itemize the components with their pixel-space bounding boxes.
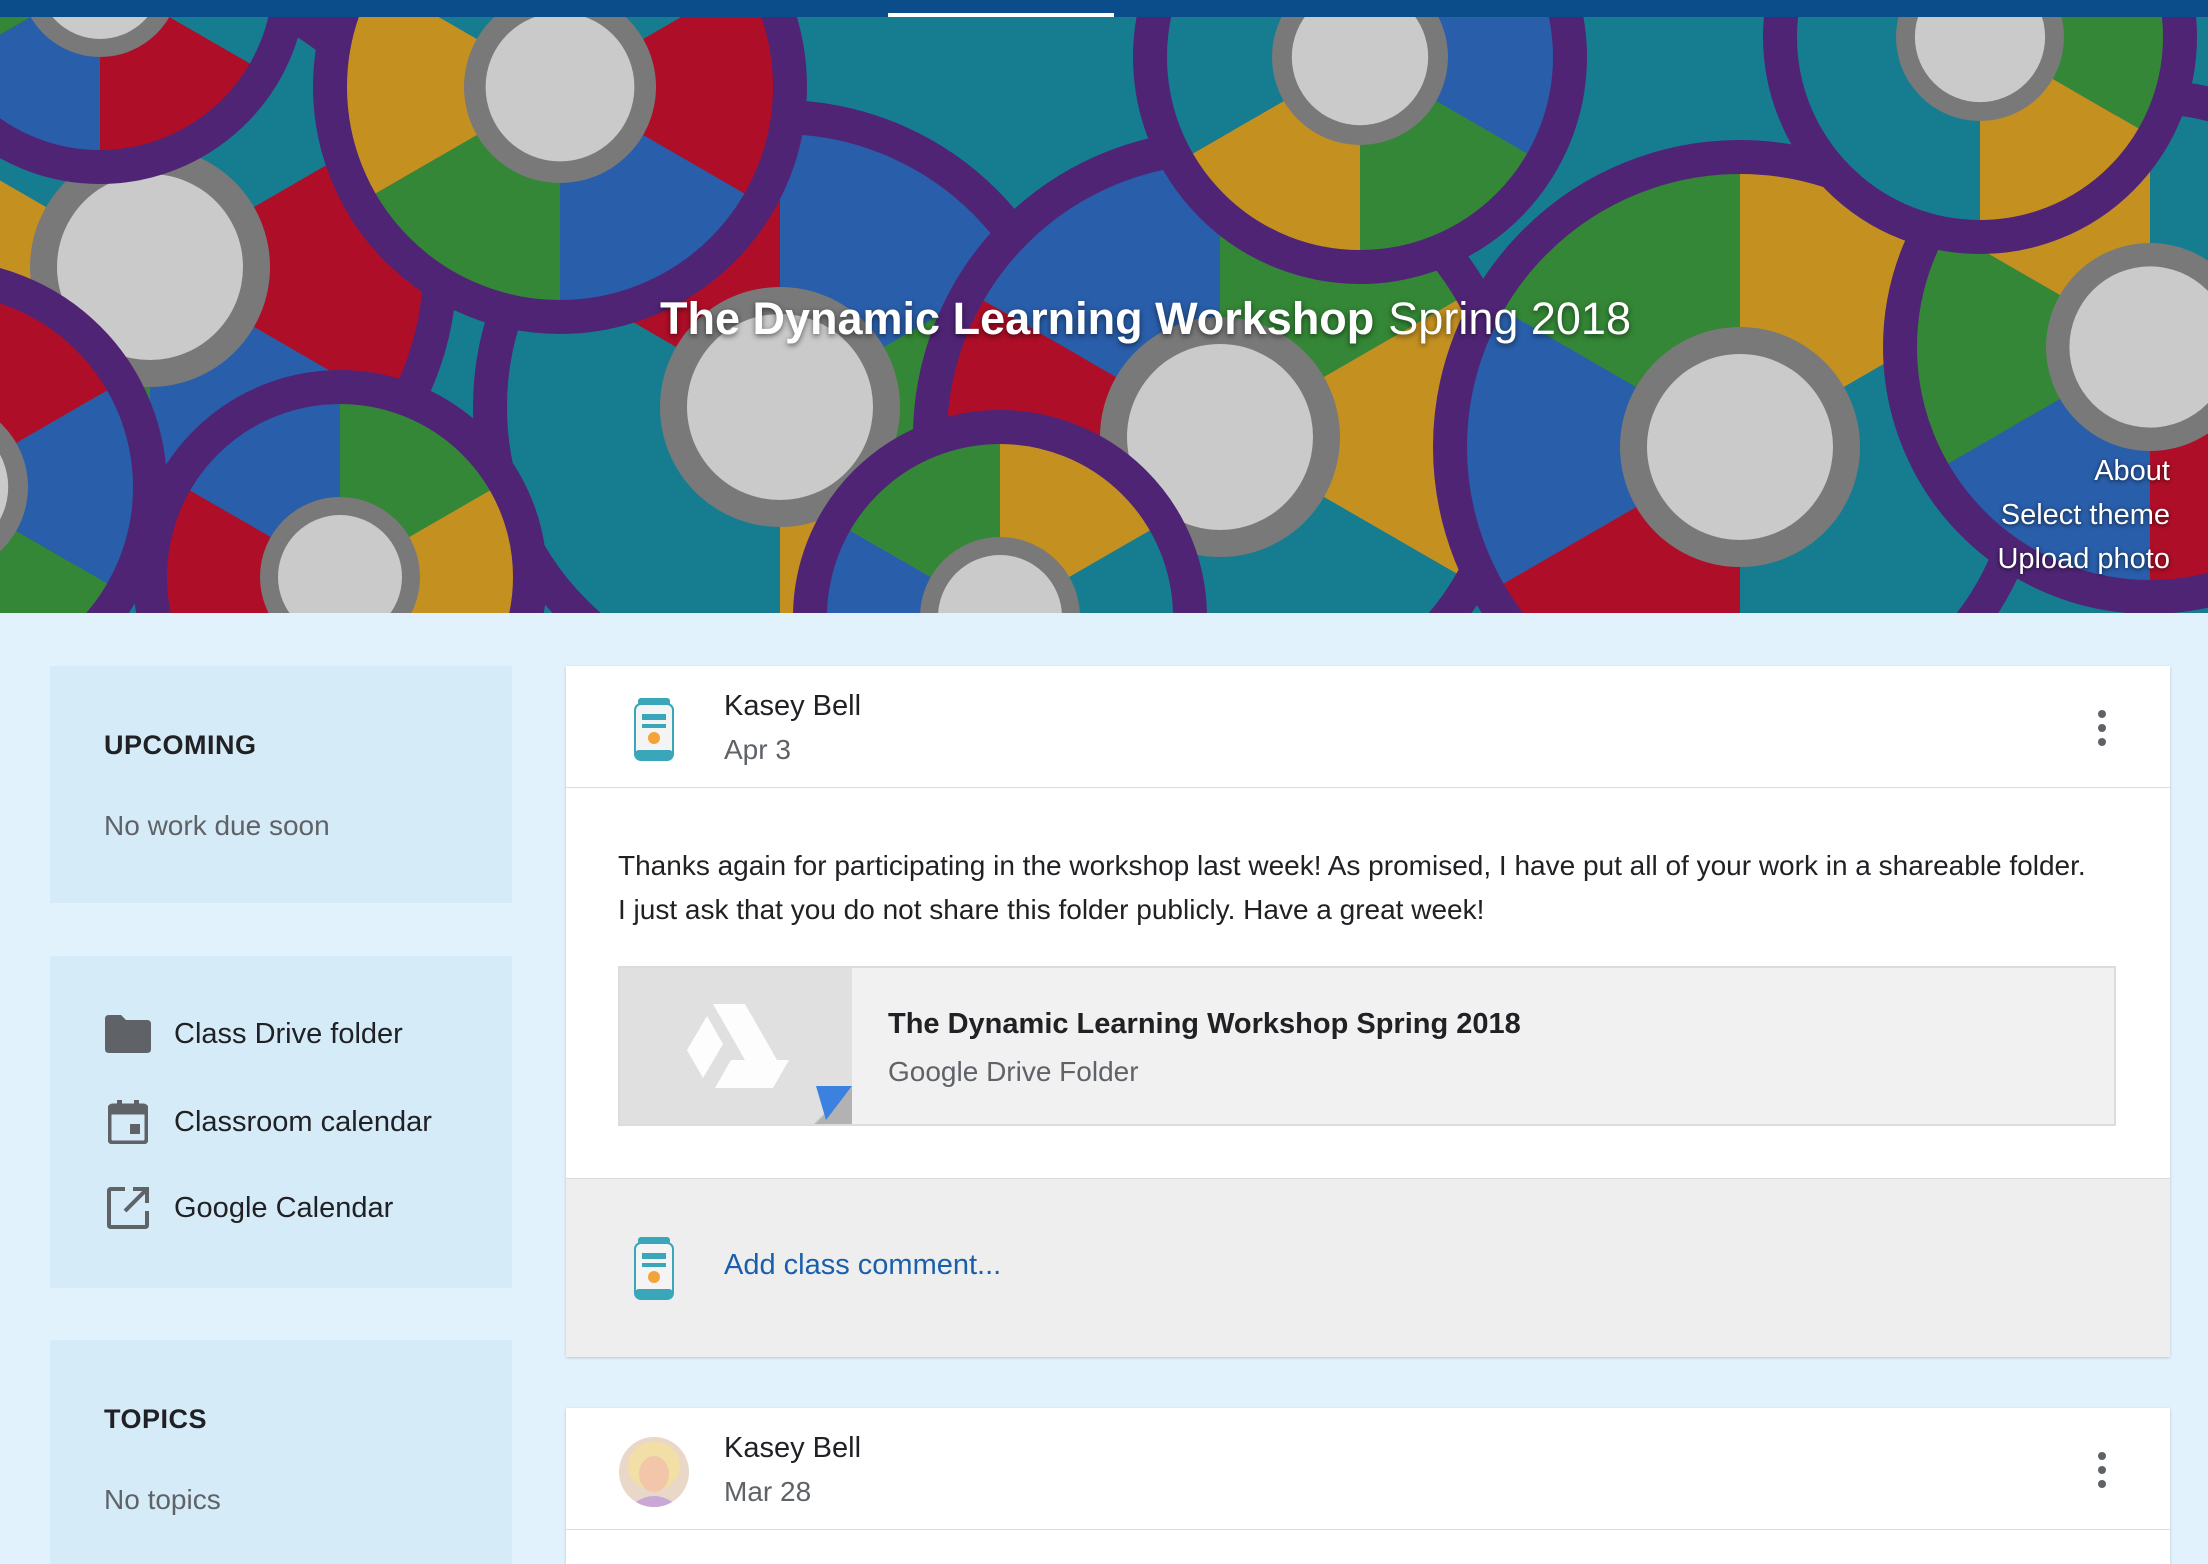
attachment-subtitle: Google Drive Folder xyxy=(888,1056,1139,1087)
drive-thumbnail xyxy=(620,968,852,1124)
upcoming-card: UPCOMING No work due soon xyxy=(50,666,512,903)
post-author: Kasey Bell xyxy=(724,690,862,722)
announcement-post: Kasey Bell Apr 3 Thanks again for partic… xyxy=(566,666,2170,1357)
add-class-comment-link[interactable]: Add class comment... xyxy=(724,1249,1001,1282)
google-calendar-link[interactable]: Google Calendar xyxy=(104,1184,393,1232)
more-options-icon[interactable] xyxy=(2090,1448,2114,1492)
post-body: Thanks again for participating in the wo… xyxy=(618,850,2086,925)
topics-heading: TOPICS xyxy=(104,1404,208,1434)
post-date: Mar 28 xyxy=(724,1476,812,1507)
folder-icon xyxy=(104,1010,152,1058)
post-author: Kasey Bell xyxy=(724,1432,862,1464)
avatar xyxy=(618,694,690,766)
class-drive-folder-link[interactable]: Class Drive folder xyxy=(104,1010,403,1058)
open-in-new-icon xyxy=(104,1184,152,1232)
select-theme-link[interactable]: Select theme xyxy=(2001,493,2170,537)
calendar-icon xyxy=(104,1098,152,1146)
class-comment-area: Add class comment... xyxy=(566,1178,2170,1357)
class-name: The Dynamic Learning Workshop xyxy=(660,293,1375,344)
more-options-icon[interactable] xyxy=(2090,706,2114,750)
attachment-title: The Dynamic Learning Workshop Spring 201… xyxy=(888,1008,1521,1040)
post-header: Kasey Bell Apr 3 xyxy=(566,666,2170,788)
class-title: The Dynamic Learning Workshop Spring 2018 xyxy=(660,293,1631,345)
class-banner: The Dynamic Learning Workshop Spring 2018… xyxy=(0,17,2208,613)
class-drive-folder-label: Class Drive folder xyxy=(174,1017,403,1050)
announcement-post: Kasey Bell Mar 28 xyxy=(566,1408,2170,1564)
banner-actions: About Select theme Upload photo xyxy=(1997,449,2170,581)
post-date: Apr 3 xyxy=(724,734,791,765)
upload-photo-link[interactable]: Upload photo xyxy=(1997,537,2170,581)
classroom-calendar-label: Classroom calendar xyxy=(174,1105,432,1138)
google-drive-icon xyxy=(687,1004,789,1088)
upcoming-heading: UPCOMING xyxy=(104,730,257,760)
classroom-calendar-link[interactable]: Classroom calendar xyxy=(104,1098,432,1146)
google-calendar-label: Google Calendar xyxy=(174,1191,394,1224)
upcoming-empty-text: No work due soon xyxy=(104,810,330,841)
post-header: Kasey Bell Mar 28 xyxy=(566,1408,2170,1530)
avatar xyxy=(618,1233,690,1305)
topics-card: TOPICS No topics xyxy=(50,1340,512,1564)
topics-empty-text: No topics xyxy=(104,1484,221,1515)
class-links-card: Class Drive folder Classroom calendar Go… xyxy=(50,956,512,1288)
about-link[interactable]: About xyxy=(2094,449,2170,493)
avatar xyxy=(618,1436,690,1508)
drive-folder-attachment[interactable]: The Dynamic Learning Workshop Spring 201… xyxy=(618,966,2116,1126)
class-section: Spring 2018 xyxy=(1388,293,1631,344)
